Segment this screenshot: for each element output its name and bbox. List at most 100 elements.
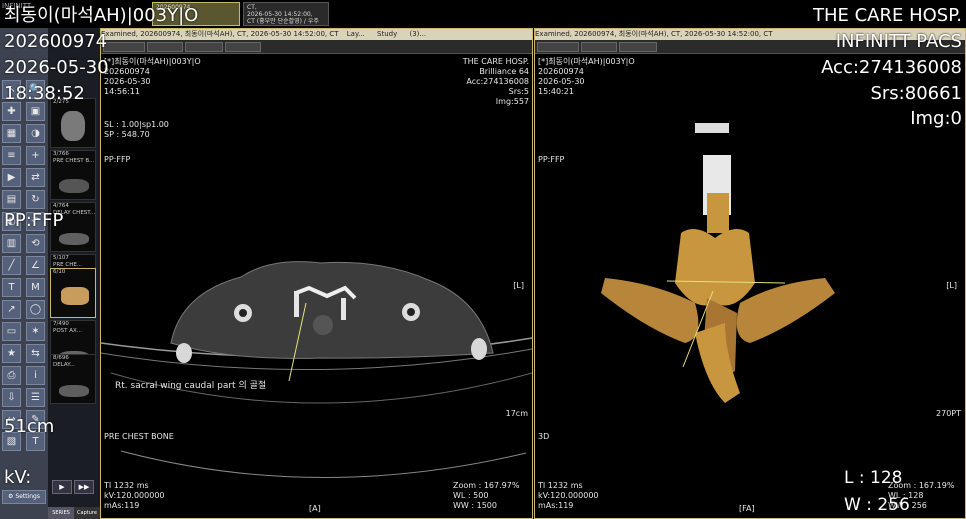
- left-kv: kV:120.000000: [104, 491, 165, 500]
- right-pp: PP:FFP: [538, 155, 565, 164]
- arrow-tool-icon[interactable]: ↗: [2, 300, 21, 319]
- settings-button[interactable]: ⚙ Settings: [2, 490, 46, 504]
- study-tab-2[interactable]: CT, 2026-05-30 14:52:00, CT (흉부만 단순촬영) /…: [243, 2, 329, 26]
- settings-label: Settings: [15, 493, 40, 500]
- series-thumb-image: [59, 233, 89, 245]
- magic-tool-icon[interactable]: ✶: [26, 322, 45, 341]
- left-header-examined: Examined, 202600974, 최동이(마석AH), CT, 2026…: [101, 30, 339, 38]
- left-overlay-bl: TI 1232 ms kV:120.000000 mAs:119: [104, 481, 165, 511]
- left-sp: SP : 548.70: [104, 130, 150, 139]
- series-thumb-sub: DELAY...: [53, 362, 75, 368]
- series-thumb-image: [59, 179, 89, 193]
- left-series-select[interactable]: [185, 42, 223, 52]
- left-scanner: Brilliance 64: [479, 67, 529, 76]
- global-patient-name: 최동이(마석AH)|003Y|O: [4, 5, 199, 26]
- left-header-study[interactable]: Study: [377, 30, 397, 38]
- key-image-icon[interactable]: ★: [2, 344, 21, 363]
- study-tab-2-line1: CT,: [247, 4, 257, 11]
- series-thumb-label: 4/764: [53, 203, 69, 209]
- fit-tool-icon[interactable]: ▣: [26, 102, 45, 121]
- global-patient-id: 202600974: [4, 31, 108, 52]
- marker-tool-icon[interactable]: M: [26, 278, 45, 297]
- right-kv: kV:120.000000: [538, 491, 599, 500]
- global-kv: kV:: [4, 467, 32, 488]
- right-zoom-select[interactable]: [581, 42, 617, 52]
- left-pp: PP:FFP: [104, 155, 131, 164]
- series-thumb-label: 3/766: [53, 151, 69, 157]
- compare-tool-icon[interactable]: ▥: [2, 234, 21, 253]
- stack-tool-icon[interactable]: ≡: [2, 146, 21, 165]
- left-zoom-select[interactable]: [147, 42, 183, 52]
- left-annotation[interactable]: Rt. sacral wing caudal part 의 골절: [115, 381, 266, 391]
- right-patient-id: 202600974: [538, 67, 584, 76]
- right-ti: TI 1232 ms: [538, 481, 583, 490]
- text-tool-icon[interactable]: T: [2, 278, 21, 297]
- left-series-name: PRE CHEST BONE: [104, 432, 174, 441]
- global-hospital: THE CARE HOSP.: [812, 5, 962, 26]
- left-acc: Acc:274136008: [466, 77, 529, 86]
- left-header-lay[interactable]: Lay...: [347, 30, 365, 38]
- left-date: 2026-05-30: [104, 77, 151, 86]
- ruler-tool-icon[interactable]: ╱: [2, 256, 21, 275]
- reset-tool-icon[interactable]: ⟲: [26, 234, 45, 253]
- print-tool-icon[interactable]: ⎙: [2, 366, 21, 385]
- series-sync-icon[interactable]: ⇆: [26, 344, 45, 363]
- next-series-button[interactable]: ▶▶: [74, 480, 94, 494]
- right-series-select[interactable]: [619, 42, 657, 52]
- left-ti: TI 1232 ms: [104, 481, 149, 490]
- left-preset-select[interactable]: [225, 42, 261, 52]
- left-ww: WW : 1500: [453, 501, 497, 510]
- left-scale: 17cm: [505, 409, 528, 418]
- series-thumb-2[interactable]: 2/275: [50, 98, 96, 148]
- info-tool-icon[interactable]: i: [26, 366, 45, 385]
- global-acc: Acc:274136008: [821, 57, 962, 78]
- tab-series[interactable]: SERIES: [48, 507, 74, 519]
- left-viewport-header: Examined, 202600974, 최동이(마석AH), CT, 2026…: [101, 29, 532, 40]
- flip-tool-icon[interactable]: ⇄: [26, 168, 45, 187]
- rotate-tool-icon[interactable]: ↻: [26, 190, 45, 209]
- crosshair-tool-icon[interactable]: +: [26, 146, 45, 165]
- left-patient-id: 202600974: [104, 67, 150, 76]
- left-header-page[interactable]: (3)...: [409, 30, 426, 38]
- layout-tool-icon[interactable]: ▦: [2, 124, 21, 143]
- roi-tool-icon[interactable]: ▭: [2, 322, 21, 341]
- series-thumb-label: 7/490: [53, 321, 69, 327]
- left-zoom: Zoom : 167.97%: [453, 481, 520, 490]
- right-layout-select[interactable]: [537, 42, 579, 52]
- angle-tool-icon[interactable]: ∠: [26, 256, 45, 275]
- circle-tool-icon[interactable]: ◯: [26, 300, 45, 319]
- export-tool-icon[interactable]: ⇩: [2, 388, 21, 407]
- series-thumb-3[interactable]: 3/766 PRE CHEST B...: [50, 150, 96, 200]
- series-thumb-8[interactable]: 8/696 DELAY...: [50, 354, 96, 404]
- window-level-icon[interactable]: ◑: [26, 124, 45, 143]
- series-thumb-6[interactable]: 6/10: [50, 268, 96, 318]
- left-viewport[interactable]: Examined, 202600974, 최동이(마석AH), CT, 2026…: [100, 28, 533, 519]
- series-thumb-label: 5/107: [53, 255, 69, 261]
- grid-tool-icon[interactable]: ▤: [2, 190, 21, 209]
- cine-tool-icon[interactable]: ▶: [2, 168, 21, 187]
- left-layout-select[interactable]: [103, 42, 145, 52]
- global-pp: PP:FFP: [4, 210, 64, 231]
- left-time: 14:56:11: [104, 87, 140, 96]
- right-patient: [*]최동이(마석AH)|003Y|O: [538, 57, 635, 66]
- right-3d-image: [601, 123, 835, 403]
- prev-series-button[interactable]: ▶: [52, 480, 72, 494]
- left-patient: [*]최동이(마석AH)|003Y|O: [104, 57, 201, 66]
- right-overlay-bl: TI 1232 ms kV:120.000000 mAs:119: [538, 481, 599, 511]
- right-date: 2026-05-30: [538, 77, 585, 86]
- left-img: Img:557: [495, 97, 529, 106]
- report-tool-icon[interactable]: ☰: [26, 388, 45, 407]
- global-img: Img:0: [910, 108, 962, 129]
- right-series-name: 3D: [538, 432, 550, 441]
- left-srs: Srs:5: [508, 87, 529, 96]
- right-header-examined: Examined, 202600974, 최동이(마석AH), CT, 2026…: [535, 30, 773, 38]
- right-orient-right: [L]: [946, 281, 957, 290]
- right-scale: 270PT: [936, 409, 961, 418]
- global-srs: Srs:80661: [870, 83, 962, 104]
- pan-tool-icon[interactable]: ✚: [2, 102, 21, 121]
- left-orient-right: [L]: [513, 281, 524, 290]
- right-mas: mAs:119: [538, 501, 574, 510]
- left-overlay-tl: [*]최동이(마석AH)|003Y|O 202600974 2026-05-30…: [104, 57, 201, 97]
- tab-capture[interactable]: Capture: [74, 507, 100, 519]
- series-thumb-sub: POST AX...: [53, 328, 83, 334]
